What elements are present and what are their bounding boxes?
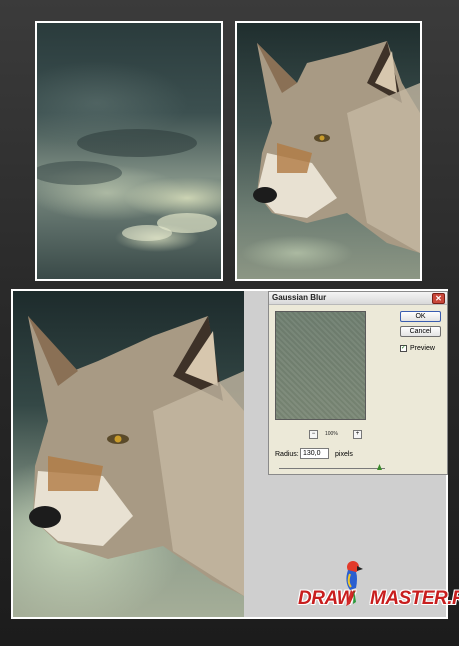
- preview-checkbox[interactable]: ✓: [400, 345, 407, 352]
- wolf-illustration: [253, 41, 420, 253]
- parrot-icon: [346, 561, 363, 606]
- sky-photo: [37, 23, 221, 279]
- cancel-button[interactable]: Cancel: [400, 326, 441, 337]
- radius-label: Radius:: [275, 451, 299, 458]
- logo-text-master: MASTER.RU: [370, 588, 459, 609]
- radius-slider-thumb[interactable]: [377, 464, 382, 470]
- wolf-photo: [237, 23, 420, 279]
- radius-unit-label: pixels: [335, 451, 353, 458]
- ok-button[interactable]: OK: [400, 311, 441, 322]
- radius-slider-track[interactable]: [279, 468, 385, 469]
- zoom-in-button[interactable]: +: [353, 430, 362, 439]
- zoom-out-button[interactable]: −: [309, 430, 318, 439]
- preview-label: Preview: [410, 345, 435, 352]
- composite-wolf-image: [13, 291, 244, 617]
- wolf-illustration-large: [28, 316, 244, 596]
- zoom-level-label: 100%: [325, 431, 338, 437]
- gaussian-blur-dialog: Gaussian Blur ✕ − 100% + OK Cancel ✓ Pre…: [268, 291, 448, 475]
- dialog-title: Gaussian Blur: [272, 293, 327, 302]
- cloud-shapes: [37, 129, 217, 241]
- blur-preview-window[interactable]: [275, 311, 366, 420]
- dialog-titlebar[interactable]: Gaussian Blur ✕: [269, 292, 447, 305]
- close-icon[interactable]: ✕: [432, 293, 445, 304]
- radius-input[interactable]: 130,0: [300, 448, 329, 459]
